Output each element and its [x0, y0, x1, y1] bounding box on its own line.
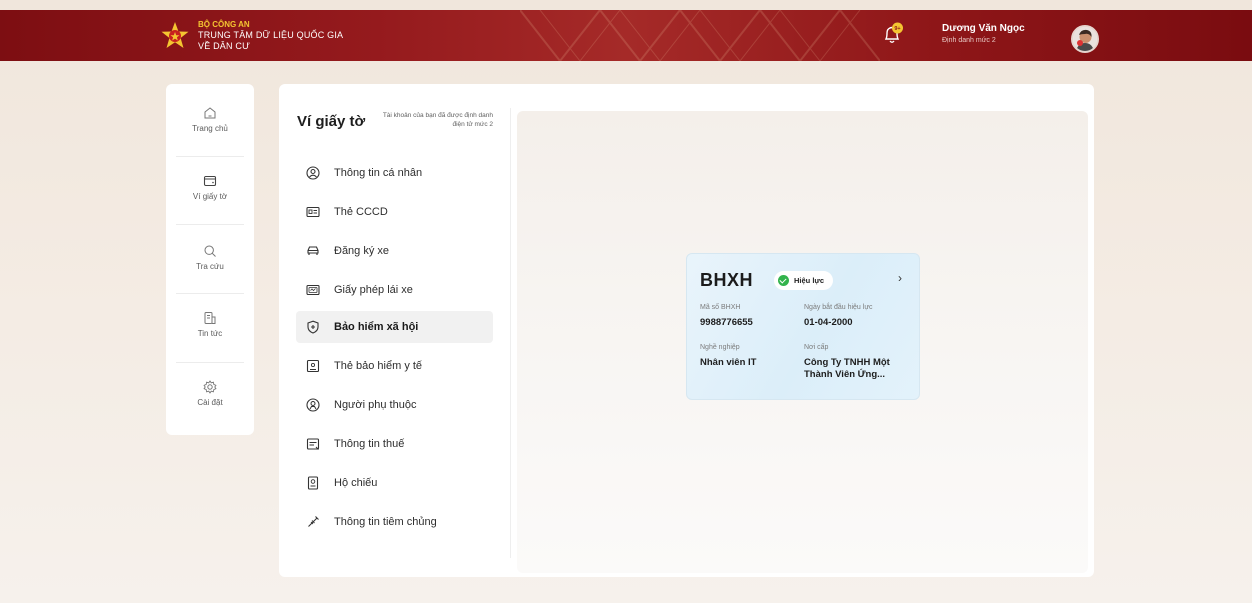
dependent-icon [306, 398, 320, 412]
menu-item-tax-info[interactable]: Thông tin thuế [296, 428, 493, 460]
top-header: BỘ CÔNG AN TRUNG TÂM DỮ LIỆU QUỐC GIA VỀ… [0, 10, 1252, 61]
menu-label: Thẻ bảo hiểm y tế [334, 360, 423, 372]
field-label: Nơi cấp [804, 344, 829, 351]
menu-label: Bảo hiểm xã hội [334, 321, 419, 333]
field-value: Công Ty TNHH Một Thành Viên Ứng... [804, 357, 890, 380]
card-title: BHXH [700, 270, 754, 290]
menu-item-health-insurance[interactable]: Thẻ bảo hiểm y tế [296, 350, 493, 382]
nav-divider [176, 362, 244, 363]
brand[interactable]: BỘ CÔNG AN TRUNG TÂM DỮ LIỆU QUỐC GIA VỀ… [160, 10, 343, 61]
search-icon [204, 245, 216, 257]
passport-icon [307, 476, 319, 490]
check-circle-icon [778, 275, 789, 286]
menu-label: Thẻ CCCD [334, 206, 388, 218]
vaccine-icon [308, 516, 319, 527]
menu-label: Hộ chiếu [334, 477, 378, 489]
police-emblem-icon [161, 21, 189, 48]
verification-note: Tài khoản của bạn đã được định danh điện… [382, 112, 493, 128]
person-icon [306, 166, 320, 180]
nav-label: Ví giấy tờ [192, 192, 228, 201]
nav-label: Tin tức [197, 329, 223, 338]
org-line-1: BỘ CÔNG AN [198, 20, 250, 29]
car-icon [307, 246, 319, 255]
menu-item-driving-license[interactable]: Giấy phép lái xe [296, 274, 493, 306]
user-level: Định danh mức 2 [942, 37, 996, 44]
menu-item-personal-info[interactable]: Thông tin cá nhân [296, 157, 493, 189]
page-title: Ví giấy tờ [297, 113, 366, 130]
notification-bell-icon[interactable]: 9+ [882, 22, 904, 46]
left-nav: Trang chủ Ví giấy tờ Tra cứu Tin tức Cài… [166, 84, 254, 435]
nav-label: Tra cứu [196, 262, 224, 271]
id-card-icon [306, 206, 320, 218]
field-value: Nhân viên IT [700, 357, 757, 368]
header-pattern [520, 10, 880, 61]
nav-item-wallet[interactable]: Ví giấy tờ [166, 174, 254, 243]
status-text: Hiệu lực [794, 276, 825, 285]
field-label: Nghề nghiệp [700, 344, 740, 351]
panel-divider [510, 108, 511, 558]
nav-divider [176, 156, 244, 157]
avatar[interactable] [1071, 25, 1099, 53]
menu-item-vehicle-registration[interactable]: Đăng ký xe [296, 235, 493, 267]
chevron-right-icon[interactable]: › [898, 271, 902, 285]
nav-item-home[interactable]: Trang chủ [166, 106, 254, 175]
field-value: 01-04-2000 [804, 317, 853, 328]
avatar-image [1073, 27, 1097, 51]
nav-label: Cài đặt [197, 398, 223, 407]
shield-plus-icon [307, 320, 319, 334]
home-icon [204, 107, 216, 119]
menu-label: Thông tin thuế [334, 438, 405, 450]
menu-label: Giấy phép lái xe [334, 284, 413, 296]
menu-item-passport[interactable]: Hộ chiếu [296, 467, 493, 499]
news-icon [204, 312, 216, 324]
wallet-icon [203, 175, 217, 187]
health-card-icon [306, 359, 320, 373]
menu-label: Đăng ký xe [334, 245, 390, 257]
nav-label: Trang chủ [192, 124, 228, 133]
menu-item-vaccination[interactable]: Thông tin tiêm chủng [296, 506, 493, 538]
nav-item-search[interactable]: Tra cứu [166, 244, 254, 313]
settings-icon [203, 380, 217, 394]
user-name: Dương Văn Ngọc [942, 23, 1025, 34]
field-label: Mã số BHXH [700, 304, 741, 311]
notification-count: 9+ [894, 26, 900, 32]
menu-item-dependents[interactable]: Người phụ thuộc [296, 389, 493, 421]
status-badge: Hiệu lực [774, 271, 834, 290]
tax-icon [306, 438, 320, 450]
license-icon [306, 284, 320, 296]
nav-item-news[interactable]: Tin tức [166, 311, 254, 380]
menu-label: Thông tin cá nhân [334, 167, 423, 179]
menu-item-social-insurance[interactable]: Bảo hiểm xã hội [296, 311, 493, 343]
user-info[interactable]: Dương Văn Ngọc Định danh mức 2 [942, 23, 1025, 44]
nav-divider [176, 224, 244, 225]
org-line-2: TRUNG TÂM DỮ LIỆU QUỐC GIA [198, 30, 344, 40]
field-value: 9988776655 [700, 317, 753, 328]
nav-divider [176, 293, 244, 294]
menu-label: Thông tin tiêm chủng [334, 516, 437, 528]
menu-label: Người phụ thuộc [334, 399, 417, 411]
menu-item-cccd[interactable]: Thẻ CCCD [296, 196, 493, 228]
bhxh-card[interactable]: BHXH Hiệu lực › Mã số BHXH 9988776655 Ng… [686, 253, 920, 400]
field-label: Ngày bắt đầu hiệu lực [804, 304, 873, 311]
nav-item-settings[interactable]: Cài đặt [166, 380, 254, 449]
org-line-3: VỀ DÂN CƯ [198, 41, 250, 51]
